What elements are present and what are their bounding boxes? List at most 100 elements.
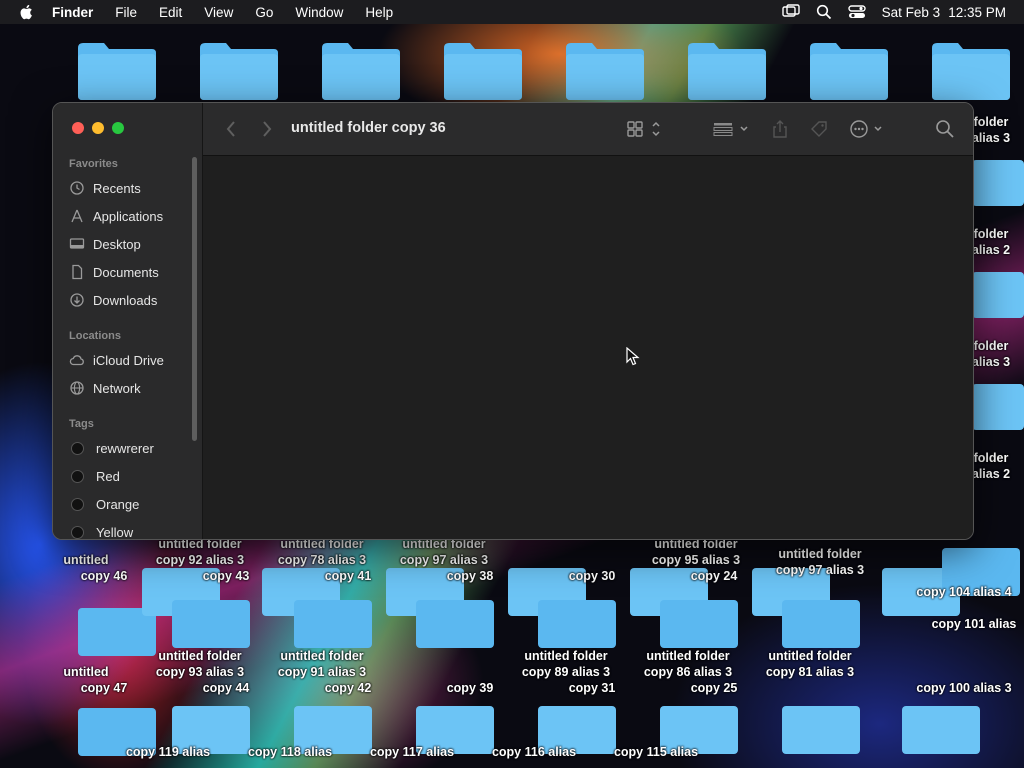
desktop-label: copy 43: [202, 569, 250, 583]
desktop-label: copy 47: [80, 681, 128, 695]
menu-view[interactable]: View: [204, 5, 233, 20]
control-center-icon[interactable]: [847, 4, 866, 20]
desktop-label: untitled folder: [646, 649, 730, 663]
tag-dot: [71, 469, 84, 483]
sidebar-item-tag-rewwrerer[interactable]: rewwrerer: [69, 437, 194, 459]
tags-header: Tags: [69, 418, 94, 430]
desktop-label: copy 78 alias 3: [277, 553, 367, 567]
window-title: untitled folder copy 36: [291, 120, 446, 136]
apple-logo-icon[interactable]: [18, 3, 36, 21]
cloud-icon: [69, 355, 84, 366]
desktop-label: copy 89 alias 3: [521, 665, 611, 679]
folder-content-area[interactable]: [203, 156, 973, 539]
sidebar-item-downloads[interactable]: Downloads: [69, 289, 194, 311]
folder-icon[interactable]: [442, 40, 524, 100]
screen-mirroring-icon[interactable]: [781, 4, 800, 20]
view-mode-icon[interactable]: [627, 119, 663, 139]
sidebar-item-label: Applications: [93, 208, 164, 224]
sidebar-scrollbar[interactable]: [192, 157, 197, 441]
folder-icon[interactable]: [972, 262, 1024, 322]
forward-button[interactable]: [261, 119, 273, 139]
desktop-label: copy 38: [446, 569, 494, 583]
desktop-label: untitled folder: [524, 649, 608, 663]
desktop-label: copy 119 alias: [125, 745, 211, 759]
group-by-icon[interactable]: [713, 119, 753, 139]
desktop-label: copy 39: [446, 681, 494, 695]
menu-finder[interactable]: Finder: [52, 5, 93, 20]
applications-icon: [71, 209, 83, 223]
desktop-label: copy 101 alias: [931, 617, 1017, 631]
desktop-label: copy 117 alias: [369, 745, 455, 759]
mouse-cursor-icon: [626, 347, 640, 366]
folder-icon[interactable]: [808, 40, 890, 100]
folder-icon[interactable]: [686, 40, 768, 100]
menu-bar-time[interactable]: 12:35 PM: [948, 5, 1006, 20]
desktop-label: copy 93 alias 3: [155, 665, 245, 679]
desktop-label: copy 46: [80, 569, 128, 583]
sidebar-item-tag-yellow[interactable]: Yellow: [69, 521, 194, 539]
globe-icon: [70, 381, 84, 395]
desktop-label: untitled folder: [280, 649, 364, 663]
folder-icon[interactable]: [930, 40, 1012, 100]
menu-file[interactable]: File: [115, 5, 137, 20]
back-button[interactable]: [225, 119, 237, 139]
folder-icon[interactable]: [658, 592, 740, 652]
sidebar-item-tag-red[interactable]: Red: [69, 465, 194, 487]
menu-window[interactable]: Window: [295, 5, 343, 20]
folder-icon[interactable]: [536, 592, 618, 652]
tag-dot: [71, 525, 84, 539]
desktop-label: copy 81 alias 3: [765, 665, 855, 679]
folder-icon[interactable]: [900, 698, 982, 758]
desktop-label: copy 24: [690, 569, 738, 583]
desktop-label: copy 41: [324, 569, 372, 583]
desktop-label: copy 100 alias 3: [916, 681, 1012, 695]
folder-icon[interactable]: [414, 592, 496, 652]
menu-edit[interactable]: Edit: [159, 5, 182, 20]
desktop-label: untitled folder: [778, 547, 862, 561]
sidebar: Favorites Recents Applications Desktop D…: [53, 103, 203, 539]
sidebar-item-icloud-drive[interactable]: iCloud Drive: [69, 349, 194, 371]
zoom-button[interactable]: [112, 122, 124, 134]
folder-icon[interactable]: [564, 40, 646, 100]
sidebar-item-tag-orange[interactable]: Orange: [69, 493, 194, 515]
menu-bar: Finder File Edit View Go Window Help Sat…: [0, 0, 1024, 24]
favorites-header: Favorites: [69, 158, 118, 170]
sidebar-item-network[interactable]: Network: [69, 377, 194, 399]
desktop-label: copy 97 alias 3: [775, 563, 865, 577]
close-button[interactable]: [72, 122, 84, 134]
sidebar-item-documents[interactable]: Documents: [69, 261, 194, 283]
toolbar: untitled folder copy 36: [203, 103, 973, 156]
sidebar-item-recents[interactable]: Recents: [69, 177, 194, 199]
finder-window: Favorites Recents Applications Desktop D…: [52, 102, 974, 540]
folder-icon[interactable]: [170, 592, 252, 652]
folder-icon[interactable]: [292, 592, 374, 652]
desktop-label: copy 25: [690, 681, 738, 695]
desktop-label: copy 115 alias: [613, 745, 699, 759]
sidebar-item-applications[interactable]: Applications: [69, 205, 194, 227]
desktop-icon: [69, 238, 85, 249]
folder-icon[interactable]: [198, 40, 280, 100]
desktop-label: copy 91 alias 3: [277, 665, 367, 679]
desktop-label: copy 97 alias 3: [399, 553, 489, 567]
tag-dot: [71, 441, 84, 455]
folder-icon[interactable]: [972, 374, 1024, 434]
spotlight-search-icon[interactable]: [816, 4, 832, 20]
sidebar-item-label: rewwrerer: [96, 440, 154, 456]
folder-icon[interactable]: [320, 40, 402, 100]
sidebar-item-label: Downloads: [93, 292, 158, 308]
more-actions-icon[interactable]: [849, 119, 889, 139]
minimize-button[interactable]: [92, 122, 104, 134]
search-icon[interactable]: [935, 119, 955, 139]
menu-go[interactable]: Go: [255, 5, 273, 20]
menu-help[interactable]: Help: [365, 5, 393, 20]
share-icon[interactable]: [771, 119, 789, 139]
menu-bar-date[interactable]: Sat Feb 3: [882, 5, 941, 20]
folder-icon[interactable]: [780, 592, 862, 652]
desktop-label: copy 44: [202, 681, 250, 695]
folder-icon[interactable]: [76, 40, 158, 100]
tag-dot: [71, 497, 84, 511]
tag-icon[interactable]: [809, 119, 829, 139]
sidebar-item-desktop[interactable]: Desktop: [69, 233, 194, 255]
folder-icon[interactable]: [780, 698, 862, 758]
folder-icon[interactable]: [972, 150, 1024, 210]
